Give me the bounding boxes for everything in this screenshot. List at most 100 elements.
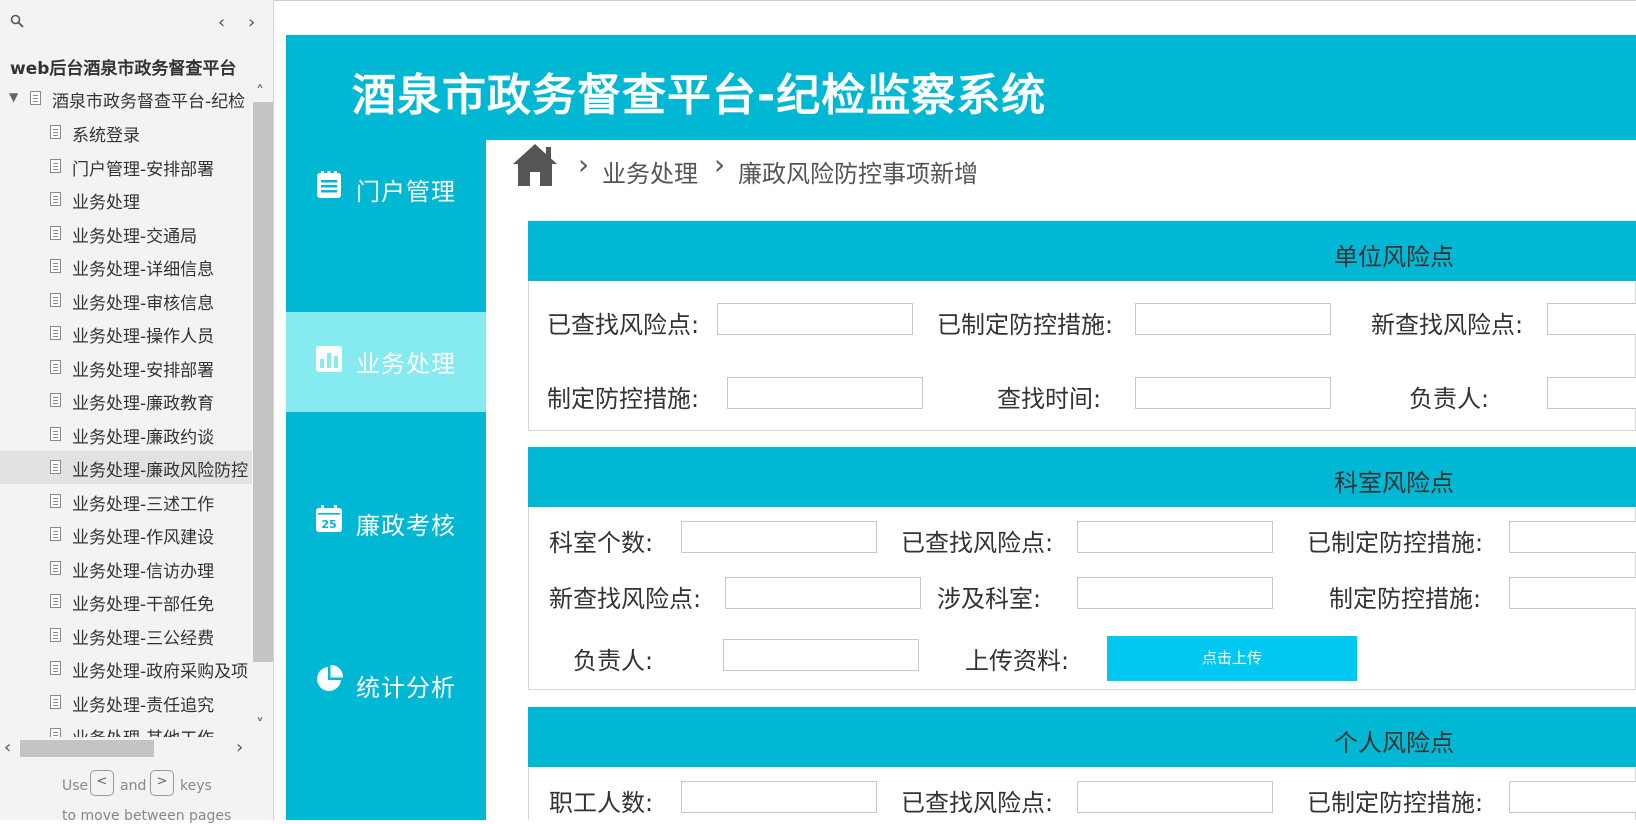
field-label: 新查找风险点: xyxy=(1371,311,1524,339)
tree-item[interactable]: 业务处理-安排部署 xyxy=(0,351,252,384)
collapse-caret-icon[interactable]: ▼ xyxy=(9,90,18,104)
tree-item[interactable]: 业务处理-廉政约谈 xyxy=(0,418,252,451)
scroll-up-icon[interactable]: ˄ xyxy=(256,82,264,101)
tree-item[interactable]: 业务处理-其他工作 xyxy=(0,719,252,737)
tree-horizontal-scrollbar[interactable]: ‹ › xyxy=(0,737,252,759)
page-icon xyxy=(50,426,61,441)
dept-found-points-input[interactable] xyxy=(1077,521,1273,553)
tree-item[interactable]: 业务处理-审核信息 xyxy=(0,284,252,317)
scroll-left-icon[interactable]: ‹ xyxy=(4,737,11,758)
tree-item-label: 业务处理-廉政约谈 xyxy=(72,427,215,448)
tree-item[interactable]: 业务处理-干部任免 xyxy=(0,585,252,618)
nav-item-statistical-analysis[interactable]: 统计分析 xyxy=(286,636,486,736)
field-label: 已制定防控措施: xyxy=(1307,789,1484,817)
tree-item[interactable]: 业务处理-责任追究 xyxy=(0,686,252,719)
pie-chart-icon xyxy=(317,664,344,691)
tree-item[interactable]: 业务处理-详细信息 xyxy=(0,250,252,283)
dept-count-input[interactable] xyxy=(681,521,877,553)
page-icon xyxy=(50,728,61,737)
tree-item[interactable]: 业务处理-三公经费 xyxy=(0,619,252,652)
tree-item[interactable]: 业务处理-廉政风险防控 xyxy=(0,451,252,484)
field-label: 新查找风险点: xyxy=(549,585,702,613)
hint-text: Use xyxy=(62,778,89,794)
page-icon xyxy=(50,627,61,642)
personal-found-points-input[interactable] xyxy=(1077,781,1273,813)
scrollbar-thumb[interactable] xyxy=(253,102,273,662)
scrollbar-thumb[interactable] xyxy=(20,740,154,757)
tree-item[interactable]: 系统登录 xyxy=(0,116,252,149)
tree-item-label: 业务处理-审核信息 xyxy=(72,293,215,314)
sitemap-panel: ‹ › web后台酒泉市政务督查平台 ▼ 酒泉市政务督查平台-纪检 系统登录 门户… xyxy=(0,0,274,824)
section-header-personal-risk: 个人风险点 xyxy=(528,707,1636,767)
tree-root-item[interactable]: ▼ 酒泉市政务督查平台-纪检 xyxy=(0,82,252,115)
section-body-dept-risk: 科室个数: 已查找风险点: 已制定防控措施: 新查找风险点: 涉及科室: 制定防… xyxy=(528,507,1636,690)
nav-label: 廉政考核 xyxy=(356,512,456,540)
field-label: 已制定防控措施: xyxy=(937,311,1114,339)
breadcrumb-current: 廉政风险防控事项新增 xyxy=(738,160,978,188)
nav-label: 统计分析 xyxy=(356,674,456,702)
unit-measures-input[interactable] xyxy=(727,377,923,409)
next-page-icon[interactable]: › xyxy=(248,12,255,33)
unit-new-found-points-input[interactable] xyxy=(1547,303,1636,335)
home-icon[interactable] xyxy=(510,142,560,190)
field-label: 负责人: xyxy=(573,647,654,675)
unit-found-points-input[interactable] xyxy=(717,303,913,335)
dept-person-in-charge-input[interactable] xyxy=(723,639,919,671)
tree-item-label: 业务处理-廉政教育 xyxy=(72,394,215,414)
bar-chart-icon xyxy=(316,346,342,372)
section-header-dept-risk: 科室风险点 xyxy=(528,447,1636,507)
dept-involved-depts-input[interactable] xyxy=(1077,577,1273,609)
tree-item[interactable]: 业务处理-操作人员 xyxy=(0,317,252,350)
chevron-right-icon: › xyxy=(714,148,726,181)
unit-find-time-input[interactable] xyxy=(1135,377,1331,409)
calendar-icon: 25 xyxy=(316,505,342,532)
previous-page-icon[interactable]: ‹ xyxy=(218,12,225,33)
tree-item[interactable]: 门户管理-安排部署 xyxy=(0,150,252,183)
tree-item[interactable]: 业务处理-信访办理 xyxy=(0,552,252,585)
dept-new-found-points-input[interactable] xyxy=(725,577,921,609)
page-icon xyxy=(50,493,61,508)
keyboard-hint: Use < and > keys to move between pages xyxy=(0,768,274,824)
tree-item[interactable]: 业务处理-三述工作 xyxy=(0,485,252,518)
scroll-right-icon[interactable]: › xyxy=(236,737,243,758)
hint-text: keys xyxy=(180,778,212,794)
page-icon xyxy=(50,661,61,675)
left-key-icon: < xyxy=(90,770,114,796)
dept-made-measures-input[interactable] xyxy=(1509,521,1636,553)
list-icon xyxy=(317,171,341,198)
section-title: 个人风险点 xyxy=(1334,729,1454,757)
nav-item-business-processing[interactable]: 业务处理 xyxy=(286,312,486,412)
tree-item-label: 业务处理-交通局 xyxy=(72,226,198,247)
tree-item-label: 业务处理-廉政风险防控 xyxy=(72,461,249,481)
tree-item[interactable]: 业务处理-交通局 xyxy=(0,217,252,250)
app-header: 酒泉市政务督查平台-纪检监察系统 xyxy=(286,35,1636,140)
nav-label: 业务处理 xyxy=(356,350,456,378)
staff-count-input[interactable] xyxy=(681,781,877,813)
tree-vertical-scrollbar[interactable]: ˄ ˅ xyxy=(253,82,273,737)
tree-item[interactable]: 业务处理-廉政教育 xyxy=(0,384,252,417)
page-icon xyxy=(50,158,61,173)
unit-person-in-charge-input[interactable] xyxy=(1547,377,1636,409)
field-label: 职工人数: xyxy=(549,789,654,817)
tree-item[interactable]: 业务处理 xyxy=(0,183,252,216)
hint-text: to move between pages xyxy=(62,808,232,824)
page-icon xyxy=(50,225,61,240)
upload-button[interactable]: 点击上传 xyxy=(1107,636,1357,681)
breadcrumb-item[interactable]: 业务处理 xyxy=(602,154,698,189)
nav-item-portal-management[interactable]: 门户管理 xyxy=(286,140,486,240)
dept-measures-input[interactable] xyxy=(1509,577,1636,609)
field-label: 查找时间: xyxy=(997,385,1102,413)
sitemap-toolbar: ‹ › xyxy=(0,0,274,44)
tree-item[interactable]: 业务处理-作风建设 xyxy=(0,518,252,551)
section-title: 单位风险点 xyxy=(1334,243,1454,271)
nav-item-integrity-assessment[interactable]: 25 廉政考核 xyxy=(286,474,486,574)
page-icon xyxy=(50,359,61,374)
search-icon[interactable] xyxy=(10,14,24,28)
app-title: 酒泉市政务督查平台-纪检监察系统 xyxy=(352,70,1047,121)
unit-made-measures-input[interactable] xyxy=(1135,303,1331,335)
tree-item-label: 业务处理-其他工作 xyxy=(72,724,214,737)
scroll-down-icon[interactable]: ˅ xyxy=(256,715,264,734)
tree-item-label: 业务处理-干部任免 xyxy=(72,595,215,615)
tree-item[interactable]: 业务处理-政府采购及项 xyxy=(0,652,252,685)
personal-made-measures-input[interactable] xyxy=(1509,781,1636,813)
